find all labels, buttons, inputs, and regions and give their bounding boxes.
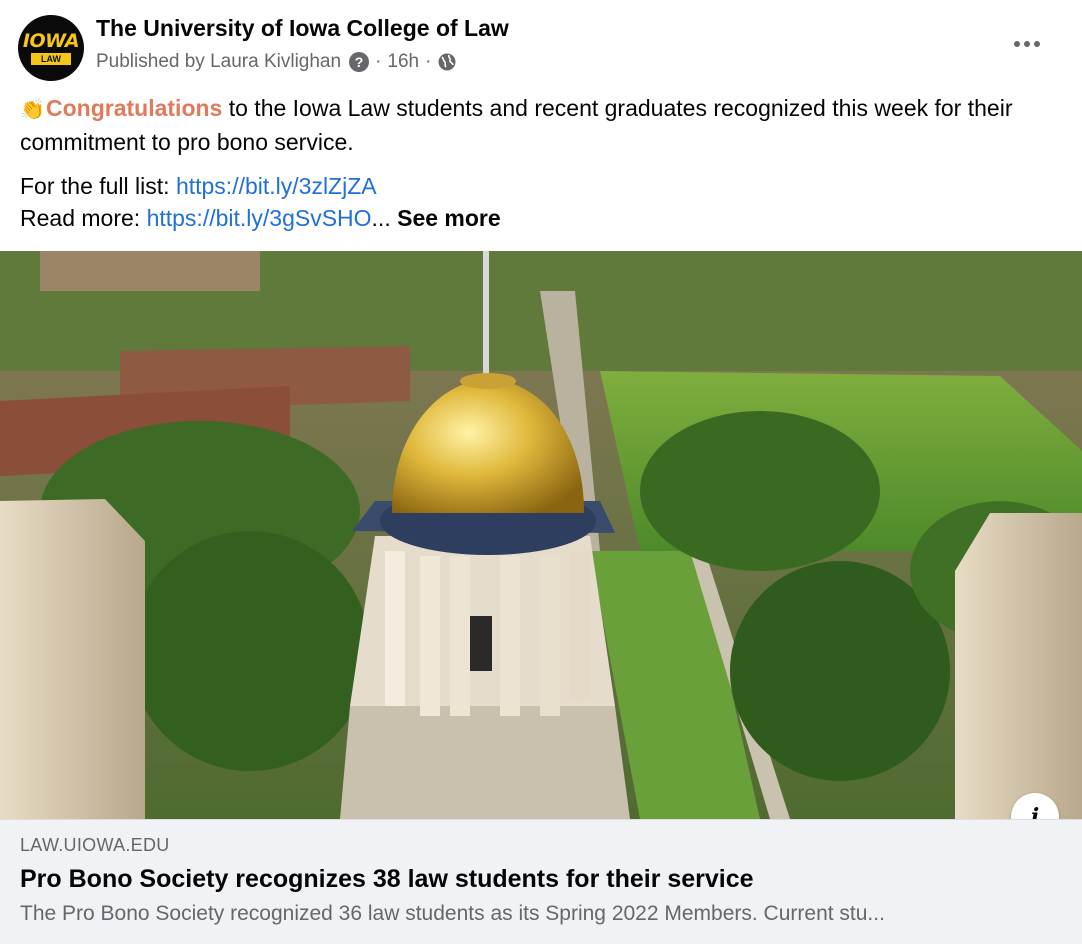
facebook-post: IOWA LAW The University of Iowa College … — [0, 0, 1082, 944]
meta-separator: · — [375, 51, 382, 72]
post-paragraph-2: For the full list: https://bit.ly/3zlZjZ… — [20, 170, 1065, 234]
more-options-button[interactable] — [1006, 30, 1048, 58]
clapping-hands-icon: 👏 — [20, 99, 45, 121]
published-by: Published by Laura Kivlighan — [96, 51, 342, 72]
highlight-text: Congratulations — [46, 95, 223, 121]
more-dot — [1024, 41, 1030, 47]
post-image[interactable] — [0, 251, 1082, 819]
see-more-button[interactable]: See more — [397, 205, 501, 231]
read-more-link[interactable]: https://bit.ly/3gSvSHO — [147, 205, 372, 231]
preview-domain: LAW.UIOWA.EDU — [20, 835, 170, 855]
column — [570, 551, 590, 701]
more-dot — [1034, 41, 1040, 47]
column — [500, 556, 520, 716]
link-preview[interactable]: LAW.UIOWA.EDU Pro Bono Society recognize… — [0, 819, 1082, 944]
preview-title[interactable]: Pro Bono Society recognizes 38 law stude… — [20, 865, 754, 894]
logo-subtext: LAW — [31, 52, 71, 65]
trees — [130, 531, 370, 771]
read-more-label: Read more: — [20, 205, 147, 231]
column — [385, 551, 405, 706]
page-avatar[interactable]: IOWA LAW — [18, 15, 84, 81]
post-time[interactable]: 16h — [387, 51, 419, 73]
question-icon[interactable]: ? — [349, 52, 370, 72]
page-name-link[interactable]: The University of Iowa College of Law — [96, 15, 509, 42]
full-list-link[interactable]: https://bit.ly/3zlZjZA — [176, 173, 377, 199]
full-list-label: For the full list: — [20, 173, 176, 199]
post-meta: Published by Laura Kivlighan ? · 16h · — [96, 51, 457, 73]
column — [450, 556, 470, 716]
stone-building-left — [0, 499, 145, 819]
flagpole — [483, 251, 489, 381]
preview-description: The Pro Bono Society recognized 36 law s… — [20, 902, 885, 925]
trees — [640, 411, 880, 571]
dome-lantern — [460, 373, 516, 389]
ellipsis: ... — [371, 205, 391, 231]
logo-text: IOWA — [22, 29, 80, 52]
column — [540, 556, 560, 716]
post-paragraph-1: 👏Congratulations to the Iowa Law student… — [20, 92, 1065, 158]
globe-icon[interactable] — [437, 52, 457, 72]
distant-building — [40, 251, 260, 291]
stone-building-right — [955, 513, 1082, 819]
meta-separator: · — [425, 51, 432, 72]
post-body: 👏Congratulations to the Iowa Law student… — [20, 92, 1065, 234]
more-dot — [1014, 41, 1020, 47]
column — [420, 556, 440, 716]
window — [470, 616, 492, 671]
capitol-base — [340, 706, 630, 819]
